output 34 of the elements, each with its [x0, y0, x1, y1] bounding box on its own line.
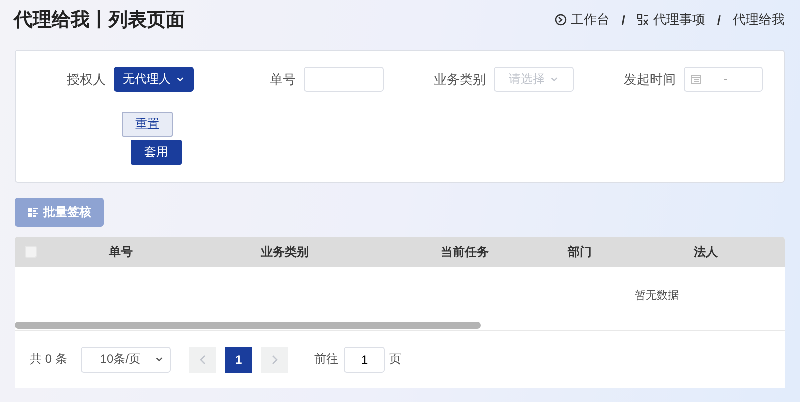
- total-count: 共 0 条: [30, 351, 68, 368]
- filter-label: 发起时间: [623, 70, 677, 88]
- scrollbar-thumb[interactable]: [15, 322, 481, 329]
- breadcrumb-link[interactable]: 代理事项: [653, 11, 706, 29]
- page-size-select[interactable]: 10条/页: [81, 346, 172, 372]
- reset-button[interactable]: 重置: [122, 112, 173, 137]
- chevron-down-icon: [176, 75, 185, 84]
- breadcrumb-link[interactable]: 工作台: [570, 11, 610, 29]
- page-title: 代理给我丨列表页面: [14, 9, 185, 33]
- chevron-down-icon: [155, 355, 164, 364]
- chevron-right-icon: [270, 354, 279, 364]
- breadcrumb-separator: /: [622, 12, 626, 28]
- filter-label: 单号: [269, 70, 297, 88]
- page-button[interactable]: 1: [225, 346, 252, 372]
- goto-label: 前往: [314, 351, 338, 368]
- breadcrumb-separator: /: [717, 12, 721, 28]
- column-header: 部门: [566, 244, 593, 260]
- column-header: 法人: [693, 244, 719, 260]
- column-header: 当前任务: [440, 244, 490, 260]
- breadcrumb-link[interactable]: 代理给我: [733, 11, 785, 29]
- empty-message: 暂无数据: [635, 289, 679, 302]
- filter-label: 授权人: [66, 70, 107, 88]
- input-field[interactable]: [304, 67, 384, 92]
- chevron-down-icon: [550, 75, 559, 84]
- filter-label: 业务类别: [433, 70, 487, 88]
- calendar-icon: [691, 74, 702, 85]
- date-range-field[interactable]: -: [684, 67, 763, 92]
- column-header: 业务类别: [260, 244, 310, 260]
- page-input[interactable]: 1: [344, 346, 386, 372]
- chevron-left-icon: [198, 354, 207, 364]
- page-suffix: 页: [389, 351, 402, 368]
- apply-button[interactable]: 套用: [131, 140, 182, 165]
- select-field[interactable]: 无代理人: [114, 67, 194, 92]
- column-header: 单号: [108, 244, 134, 260]
